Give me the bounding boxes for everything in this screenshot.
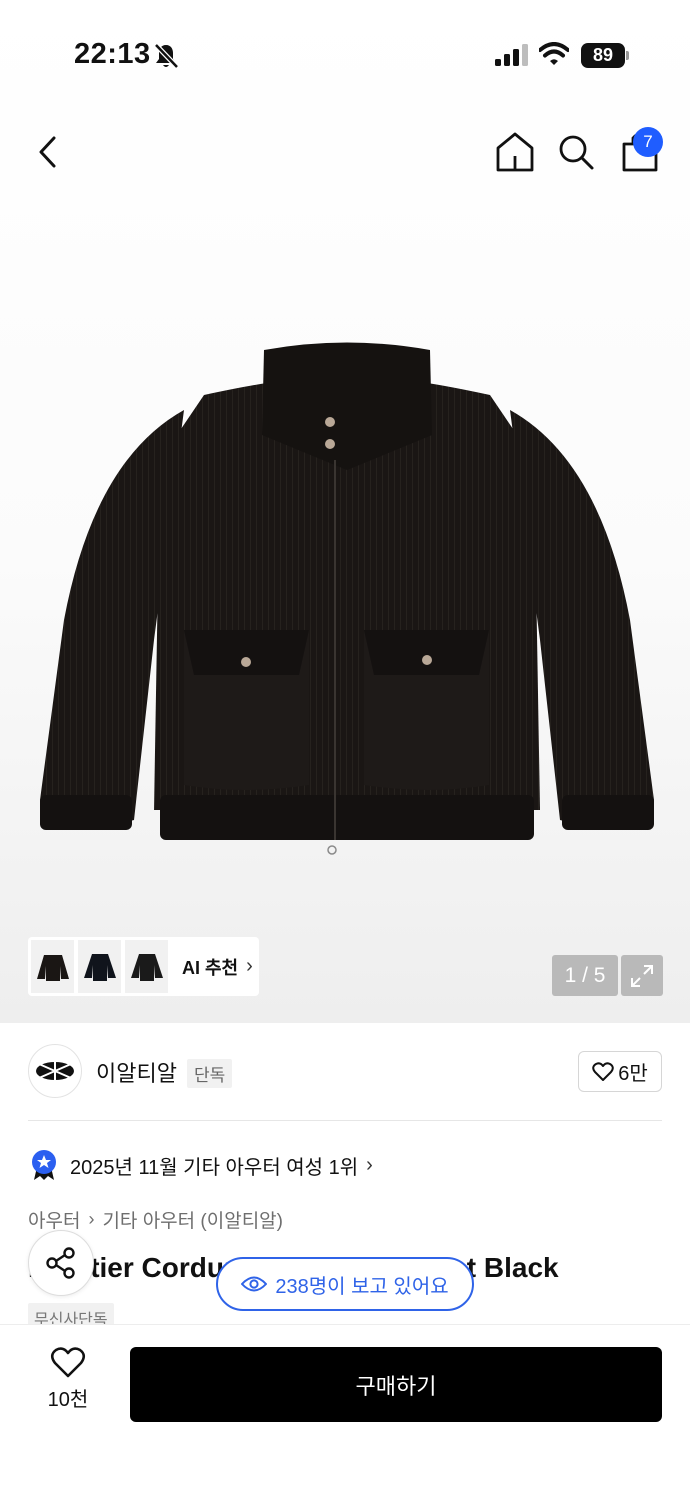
live-viewers-text: 238명이 보고 있어요 xyxy=(275,1275,449,1298)
chevron-right-icon: › xyxy=(366,1153,373,1176)
divider xyxy=(28,1120,662,1121)
share-button[interactable] xyxy=(28,1230,94,1296)
ai-recommend-label: AI 추천 xyxy=(182,957,239,978)
ai-thumbnail xyxy=(78,940,121,993)
image-page-indicator: 1 / 5 xyxy=(552,955,618,996)
jacket-thumbnail-icon xyxy=(130,953,163,981)
status-bar: 22:13 89 xyxy=(0,0,690,110)
product-image-area: 22:13 89 7 AI 추천 › 1 / 5 xyxy=(0,0,690,1023)
expand-icon xyxy=(631,964,653,987)
brand-logo[interactable] xyxy=(28,1044,82,1098)
brand-exclusive-tag: 단독 xyxy=(187,1059,233,1088)
buy-button[interactable]: 구매하기 xyxy=(130,1347,662,1422)
ai-recommend-button[interactable]: AI 추천 › xyxy=(28,937,259,996)
breadcrumb-subcategory[interactable]: 기타 아우터 (이알티알) xyxy=(102,1206,283,1233)
product-jacket-image[interactable] xyxy=(34,340,660,880)
chevron-right-icon: › xyxy=(88,1209,95,1229)
brand-name[interactable]: 이알티알 xyxy=(96,1056,177,1088)
wishlist-button[interactable]: 10천 xyxy=(30,1347,106,1423)
back-icon[interactable] xyxy=(30,130,70,174)
home-icon[interactable] xyxy=(494,130,536,174)
ranking-text: 2025년 11월 기타 아우터 여성 1위 xyxy=(70,1156,359,1179)
live-viewers-badge: 238명이 보고 있어요 xyxy=(216,1257,474,1311)
expand-button[interactable] xyxy=(621,955,663,996)
ai-thumbnail xyxy=(125,940,168,993)
brand-like-count: 6만 xyxy=(618,1063,648,1085)
brand-logo-mark xyxy=(36,1061,74,1081)
share-icon xyxy=(46,1247,75,1279)
battery-cap xyxy=(626,51,629,60)
battery-level: 89 xyxy=(581,43,625,68)
chevron-right-icon: › xyxy=(246,955,253,977)
jacket-thumbnail-icon xyxy=(83,953,116,981)
wishlist-count: 10천 xyxy=(47,1389,89,1411)
cart-count-badge: 7 xyxy=(633,127,663,157)
heart-icon xyxy=(50,1347,86,1378)
battery-indicator: 89 xyxy=(581,43,629,68)
ranking-link[interactable]: 2025년 11월 기타 아우터 여성 1위 › xyxy=(30,1148,373,1182)
breadcrumb: 아우터 › 기타 아우터 (이알티알) xyxy=(28,1206,283,1233)
jacket-thumbnail-icon xyxy=(36,954,69,981)
bottom-action-bar: 10천 구매하기 xyxy=(0,1324,690,1500)
brand-row: 이알티알 단독 6만 xyxy=(0,1023,690,1120)
brand-like-button[interactable]: 6만 xyxy=(578,1051,662,1092)
search-icon[interactable] xyxy=(556,130,596,174)
ai-thumbnail xyxy=(31,940,74,993)
wifi-icon xyxy=(539,42,569,65)
eye-icon xyxy=(241,1276,268,1292)
status-time: 22:13 xyxy=(74,38,151,70)
ranking-badge-icon xyxy=(32,1150,56,1180)
breadcrumb-category[interactable]: 아우터 xyxy=(28,1206,80,1233)
bell-off-icon xyxy=(154,43,179,69)
cellular-signal-icon xyxy=(495,44,528,66)
heart-icon xyxy=(592,1061,614,1081)
